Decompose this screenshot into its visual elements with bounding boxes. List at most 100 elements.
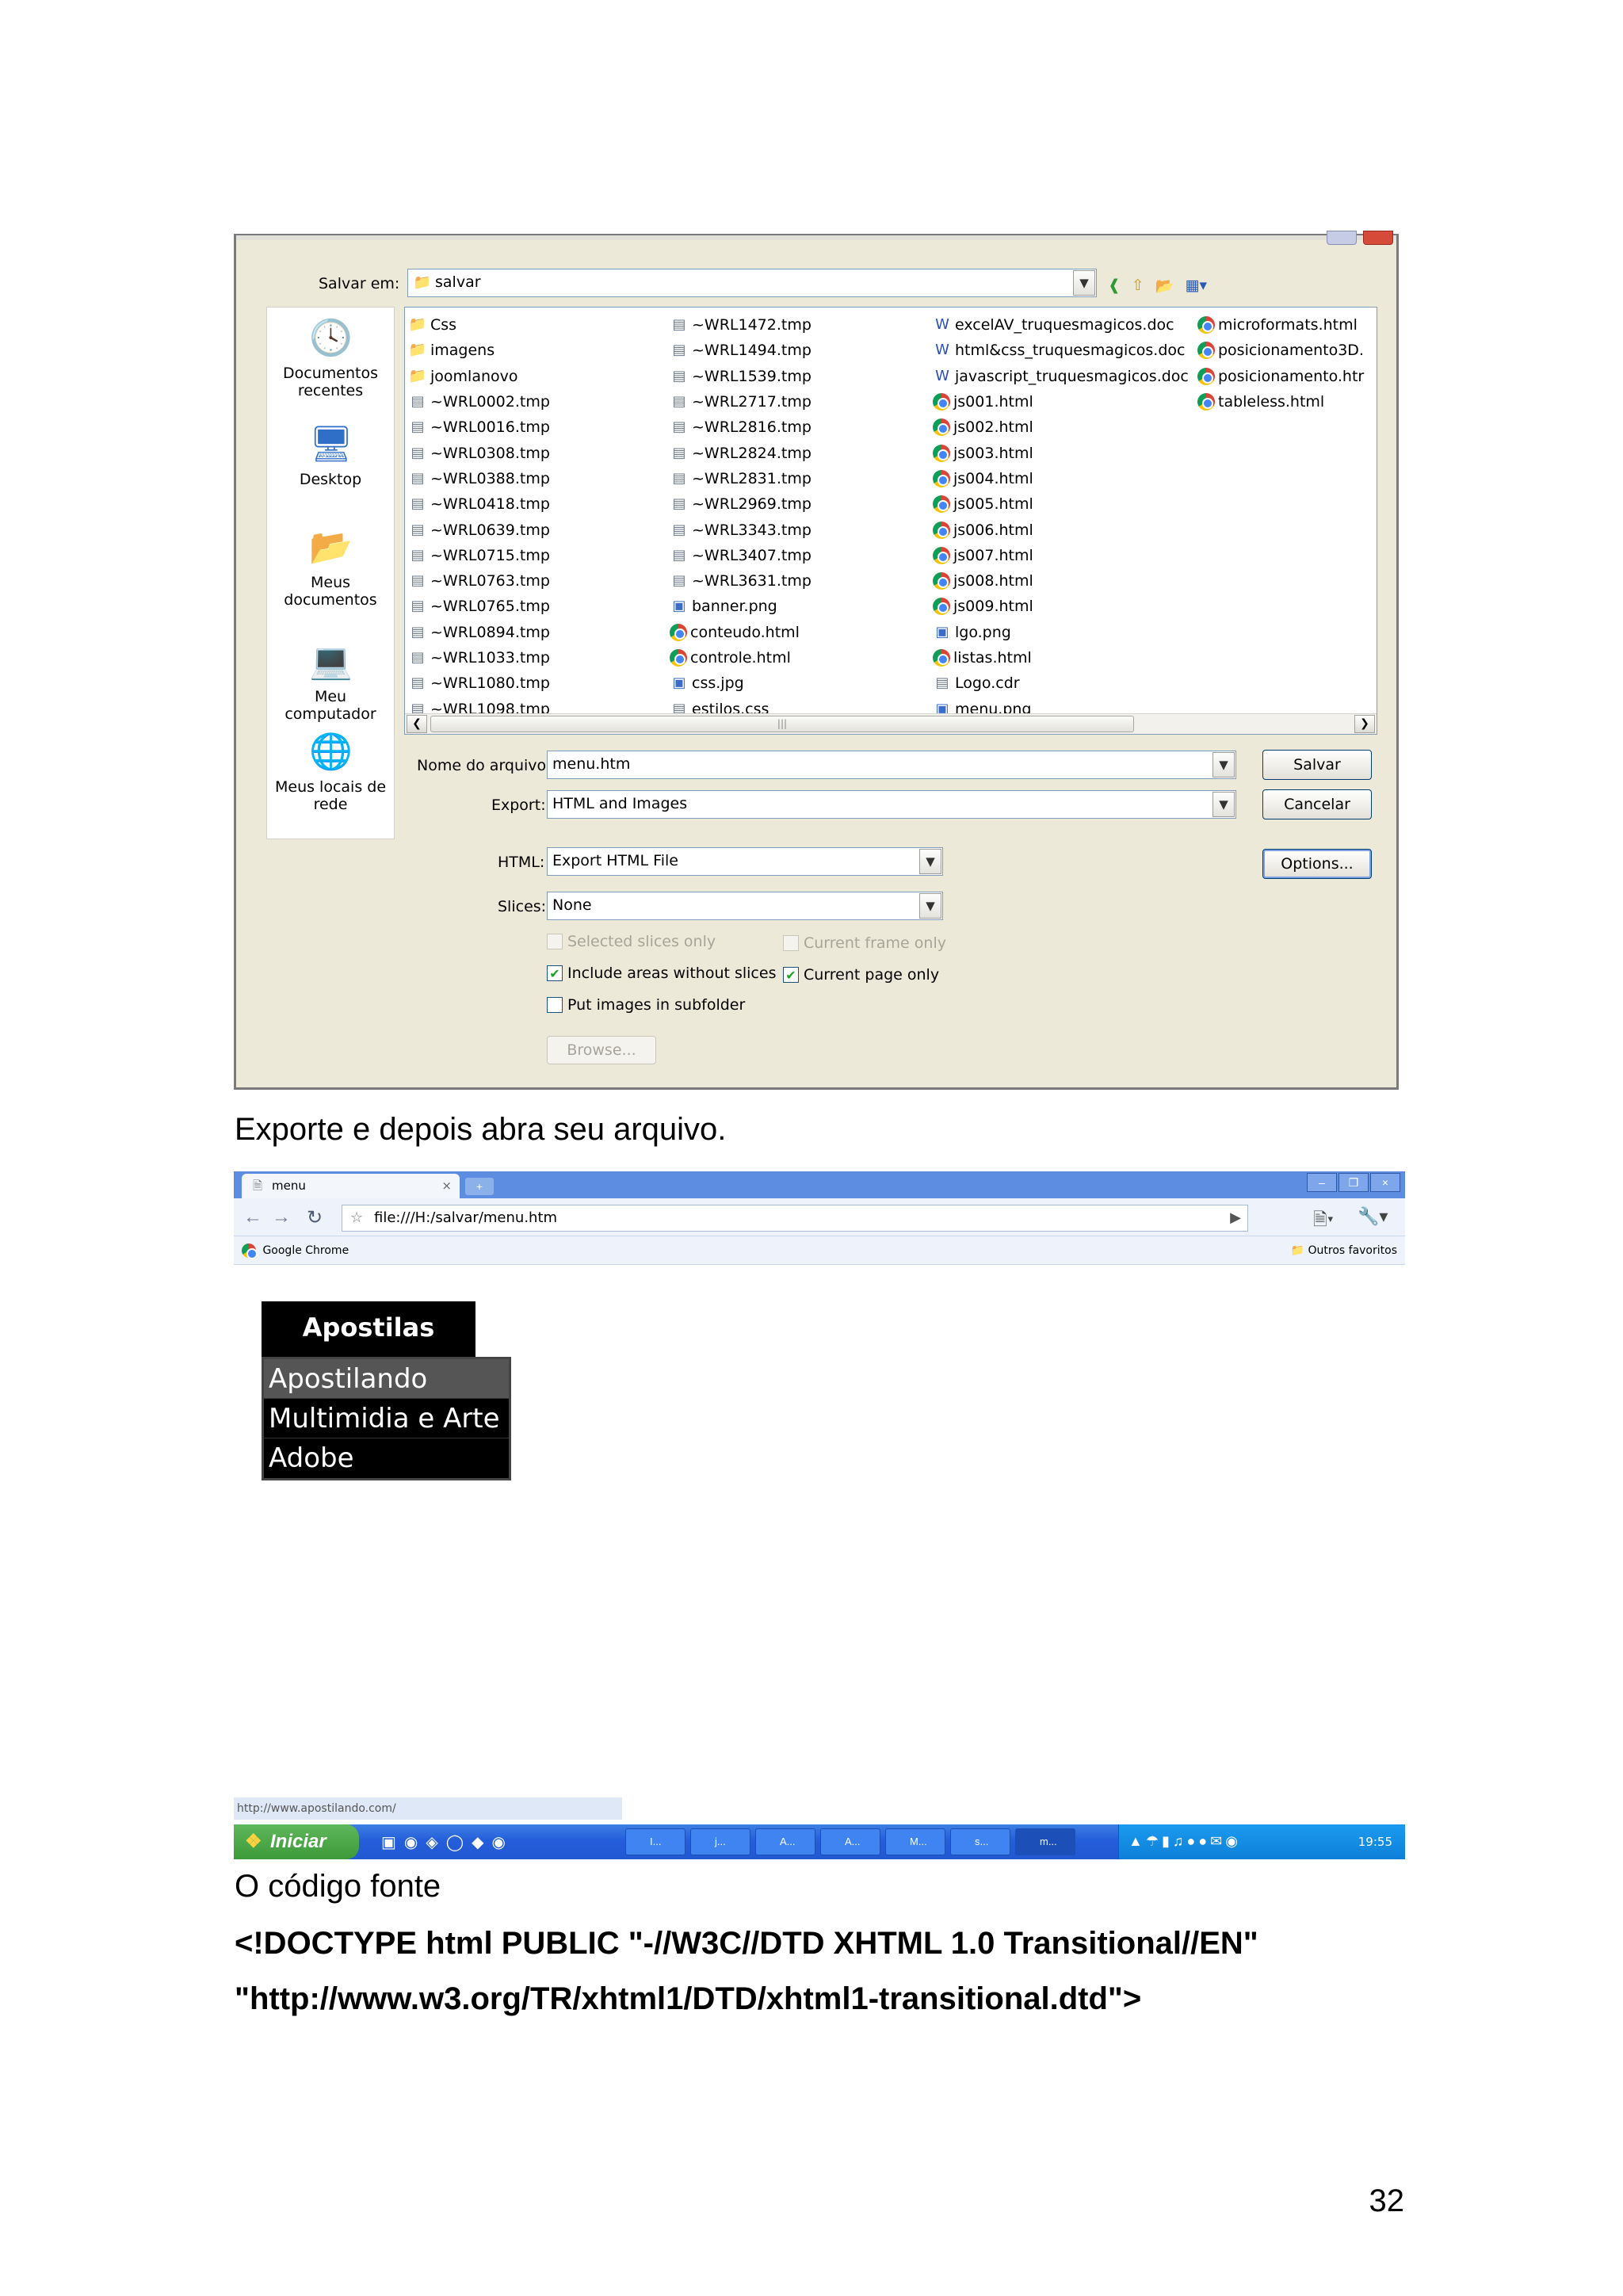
menu-item-apostilando[interactable]: Apostilando — [264, 1359, 509, 1399]
file-item[interactable]: js004.html — [933, 466, 1189, 491]
file-item[interactable]: Whtml&css_truquesmagicos.doc — [933, 338, 1189, 363]
file-item[interactable]: ▤ ~WRL3407.tmp — [670, 543, 811, 568]
dialog-close-button[interactable] — [1363, 231, 1393, 245]
file-item[interactable]: ▣ banner.png — [670, 594, 812, 619]
file-item[interactable]: ▤ ~WRL0763.tmp — [408, 568, 549, 594]
file-item[interactable]: 📁 Css — [408, 312, 550, 338]
go-icon[interactable]: ▶ — [1230, 1205, 1241, 1231]
scroll-thumb[interactable]: ||| — [430, 716, 1134, 732]
file-item[interactable]: js002.html — [933, 415, 1189, 440]
file-item[interactable]: ▤ ~WRL0894.tmp — [408, 620, 549, 645]
place-network[interactable]: 🌐 Meus locais de rede — [267, 731, 394, 813]
close-icon[interactable]: × — [1370, 1173, 1400, 1192]
file-item[interactable]: listas.html — [933, 645, 1189, 670]
file-item[interactable]: js003.html — [933, 440, 1189, 465]
file-item[interactable]: ▤ ~WRL2717.tmp — [670, 389, 811, 415]
tray-app-icon[interactable]: ● — [1186, 1833, 1195, 1850]
file-item[interactable]: ▤ ~WRL1080.tmp — [408, 670, 549, 696]
file-item[interactable]: ▤ ~WRL2824.tmp — [670, 440, 811, 465]
file-item[interactable]: ▤ ~WRL2969.tmp — [670, 491, 811, 517]
reload-icon[interactable]: ↻ — [307, 1206, 323, 1229]
chevron-down-icon[interactable]: ▼ — [1073, 270, 1095, 296]
tab-menu[interactable]: 🗎 menu × — [242, 1174, 460, 1198]
scroll-left-icon[interactable]: ❮ — [407, 715, 427, 733]
file-item[interactable]: ▣ lgo.png — [933, 620, 1189, 645]
signal-icon[interactable]: ▮ — [1162, 1833, 1170, 1850]
address-bar[interactable]: ☆ file:///H:/salvar/menu.htm ▶ — [342, 1205, 1248, 1232]
desktop-icon[interactable]: ▣ — [381, 1832, 396, 1852]
browse-button[interactable]: Browse... — [547, 1036, 656, 1064]
selected-slices-checkbox[interactable]: Selected slices only — [547, 933, 716, 950]
file-item[interactable]: js001.html — [933, 389, 1189, 415]
task-button[interactable]: I... — [625, 1828, 685, 1855]
chrome-icon[interactable]: ◉ — [492, 1832, 506, 1852]
menu-item-adobe[interactable]: Adobe — [264, 1438, 509, 1478]
file-item[interactable]: ▤ ~WRL3631.tmp — [670, 568, 811, 594]
task-button[interactable]: s... — [950, 1828, 1010, 1855]
file-item[interactable]: posicionamento.htr — [1197, 364, 1364, 389]
file-item[interactable]: ▤ ~WRL1539.tmp — [670, 364, 811, 389]
file-item[interactable]: ▤ ~WRL0002.tmp — [408, 389, 549, 415]
shield-icon[interactable]: ☂ — [1146, 1833, 1159, 1850]
slices-dropdown[interactable]: None ▼ — [547, 892, 943, 920]
put-images-checkbox[interactable]: Put images in subfolder — [547, 996, 745, 1014]
file-item[interactable]: ▤ Logo.cdr — [933, 670, 1189, 696]
bookmark-google-chrome[interactable]: Google Chrome — [242, 1236, 349, 1265]
wrench-icon[interactable]: 🔧▾ — [1358, 1206, 1388, 1227]
export-dropdown[interactable]: HTML and Images ▼ — [547, 790, 1236, 819]
view-menu-icon[interactable]: ▦▾ — [1186, 277, 1208, 295]
save-in-dropdown[interactable]: 📁 salvar ▼ — [407, 269, 1097, 297]
maximize-icon[interactable]: ❐ — [1338, 1173, 1369, 1192]
file-item[interactable]: ▤ ~WRL0715.tmp — [408, 543, 549, 568]
file-item[interactable]: ▣ css.jpg — [670, 670, 812, 696]
task-button[interactable]: A... — [820, 1828, 880, 1855]
tray-app-icon[interactable]: ● — [1198, 1833, 1207, 1850]
place-my-computer[interactable]: 💻 Meu computador — [267, 640, 394, 723]
back-icon[interactable]: ← — [243, 1206, 262, 1228]
current-frame-checkbox[interactable]: Current frame only — [783, 934, 946, 952]
file-item[interactable]: ▤ ~WRL3343.tmp — [670, 517, 811, 542]
chrome-icon[interactable]: ◉ — [404, 1832, 418, 1852]
close-icon[interactable]: × — [441, 1174, 452, 1198]
volume-icon[interactable]: ♫ — [1173, 1833, 1184, 1850]
file-item[interactable]: 📁 joomlanovo — [408, 364, 550, 389]
file-item[interactable]: tableless.html — [1197, 389, 1364, 415]
filename-input[interactable]: menu.htm ▼ — [547, 751, 1236, 779]
task-button[interactable]: m... — [1015, 1828, 1075, 1855]
back-icon[interactable]: ❰ — [1108, 277, 1121, 295]
file-item[interactable]: ▤ ~WRL0016.tmp — [408, 415, 549, 440]
html-dropdown[interactable]: Export HTML File ▼ — [547, 847, 943, 876]
app-icon[interactable]: ◆ — [472, 1832, 483, 1852]
new-tab-button[interactable]: + — [465, 1178, 494, 1195]
file-item[interactable]: ▤ ~WRL1033.tmp — [408, 645, 549, 670]
file-item[interactable]: js005.html — [933, 491, 1189, 517]
forward-icon[interactable]: → — [272, 1206, 291, 1228]
file-item[interactable]: conteudo.html — [670, 620, 812, 645]
file-item[interactable]: ▤ ~WRL2816.tmp — [670, 415, 811, 440]
mail-icon[interactable]: ✉ — [1210, 1833, 1222, 1850]
file-item[interactable]: ▤ ~WRL0639.tmp — [408, 517, 549, 542]
file-item[interactable]: js008.html — [933, 568, 1189, 594]
file-item[interactable]: 📁 imagens — [408, 338, 550, 363]
file-item[interactable]: ▤ ~WRL1494.tmp — [670, 338, 811, 363]
chevron-down-icon[interactable]: ▼ — [919, 849, 941, 874]
file-item[interactable]: controle.html — [670, 645, 812, 670]
file-item[interactable]: ▤ ~WRL1472.tmp — [670, 312, 811, 338]
scroll-right-icon[interactable]: ❯ — [1354, 715, 1375, 733]
options-button[interactable]: Options... — [1262, 849, 1372, 879]
cancel-button[interactable]: Cancelar — [1262, 789, 1372, 819]
file-item[interactable]: WexcelAV_truquesmagicos.doc — [933, 312, 1189, 338]
file-list[interactable]: 📁 Css 📁 imagens 📁 joomlanovo ▤ ~WRL0002.tmp ▤ ~WR… — [404, 307, 1377, 735]
file-item[interactable]: ▤ ~WRL0308.tmp — [408, 440, 549, 465]
chevron-down-icon[interactable]: ▼ — [919, 893, 941, 919]
file-item[interactable]: ▤ ~WRL0388.tmp — [408, 466, 549, 491]
file-item[interactable]: js006.html — [933, 517, 1189, 542]
task-button[interactable]: M... — [885, 1828, 945, 1855]
place-recent[interactable]: 🕓 Documentos recentes — [267, 317, 394, 399]
file-item[interactable]: microformats.html — [1197, 312, 1364, 338]
file-item[interactable]: js007.html — [933, 543, 1189, 568]
save-button[interactable]: Salvar — [1262, 750, 1372, 780]
ie-icon[interactable]: ◯ — [446, 1832, 464, 1852]
place-desktop[interactable]: 🖥 Desktop — [267, 423, 394, 488]
horizontal-scrollbar[interactable]: ❮ ||| ❯ — [405, 713, 1377, 734]
